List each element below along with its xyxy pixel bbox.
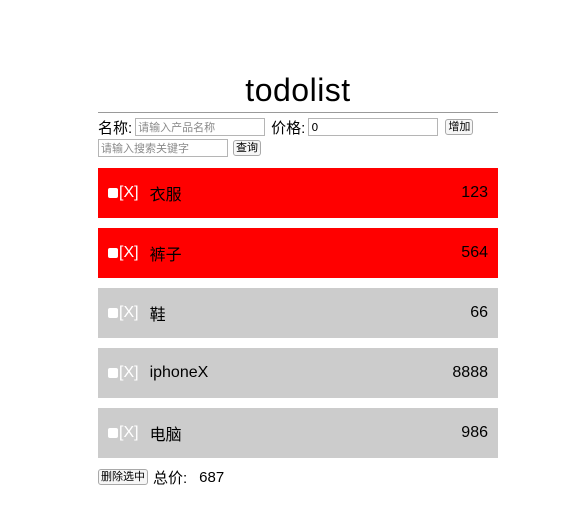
search-button[interactable]: 查询 — [233, 140, 261, 156]
product-list: [X] 衣服 123 [X] 裤子 564 [X] 鞋 66 [X] iphon… — [98, 168, 498, 458]
delete-selected-button[interactable]: 删除选中 — [98, 469, 148, 485]
search-row: 查询 — [98, 138, 498, 158]
item-name: 衣服 — [149, 187, 182, 204]
delete-item-button[interactable]: [X] — [119, 364, 139, 382]
total-value: 687 — [199, 468, 225, 486]
product-name-input[interactable] — [135, 118, 266, 136]
todolist-app: todolist 名称: 价格: 增加 查询 [X] 衣服 123 [X] 裤子… — [98, 70, 498, 488]
list-item: [X] 衣服 123 — [98, 168, 498, 218]
item-checkbox[interactable] — [108, 308, 118, 318]
delete-item-button[interactable]: [X] — [119, 424, 139, 442]
item-name: 鞋 — [149, 307, 166, 324]
price-input[interactable] — [308, 118, 439, 136]
list-item: [X] 电脑 986 — [98, 408, 498, 458]
delete-item-button[interactable]: [X] — [119, 184, 139, 202]
delete-item-button[interactable]: [X] — [119, 304, 139, 322]
item-checkbox[interactable] — [108, 188, 118, 198]
item-price: 8888 — [452, 364, 488, 381]
total-label: 总价: — [153, 469, 188, 487]
list-item: [X] iphoneX 8888 — [98, 348, 498, 398]
footer: 删除选中 总价: 687 — [98, 466, 498, 488]
item-price: 66 — [470, 304, 488, 321]
add-button[interactable]: 增加 — [445, 119, 474, 135]
item-checkbox[interactable] — [108, 428, 118, 438]
search-input[interactable] — [98, 139, 228, 157]
item-checkbox[interactable] — [108, 248, 118, 258]
item-name: 裤子 — [149, 247, 182, 264]
add-product-form: 名称: 价格: 增加 — [98, 116, 498, 138]
page-title: todolist — [245, 72, 351, 108]
list-item: [X] 鞋 66 — [98, 288, 498, 338]
name-label: 名称: — [98, 119, 133, 137]
delete-item-button[interactable]: [X] — [119, 244, 139, 262]
item-price: 986 — [461, 424, 488, 441]
item-price: 564 — [461, 244, 488, 261]
item-price: 123 — [461, 184, 488, 201]
item-name: 电脑 — [149, 427, 182, 444]
item-name: iphoneX — [149, 364, 209, 381]
list-item: [X] 裤子 564 — [98, 228, 498, 278]
title-divider — [98, 112, 498, 113]
item-checkbox[interactable] — [108, 368, 118, 378]
price-label: 价格: — [271, 119, 306, 137]
